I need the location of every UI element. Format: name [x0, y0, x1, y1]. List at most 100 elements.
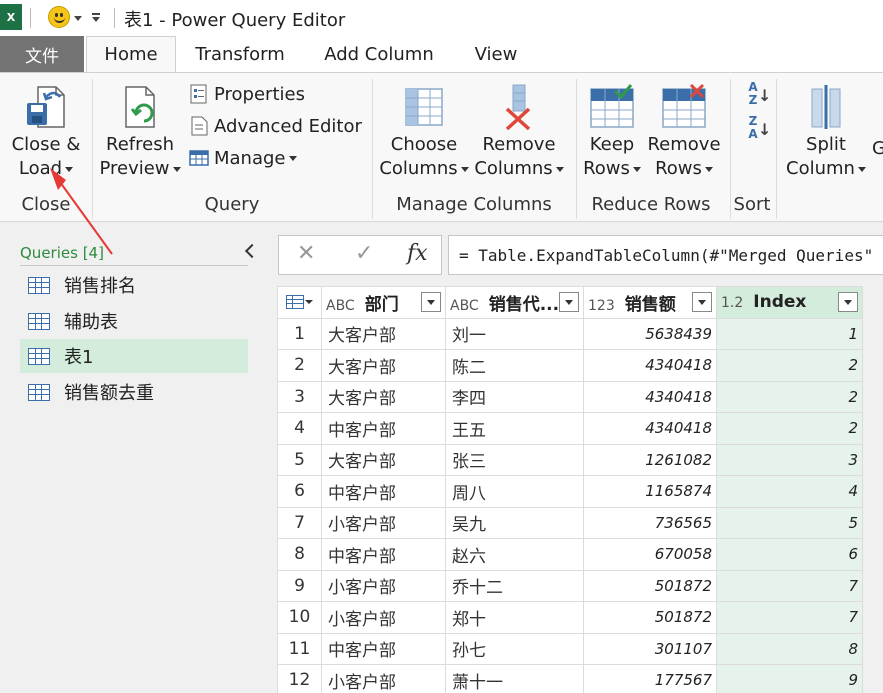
group-by-button-partial[interactable]: G [872, 137, 883, 161]
cell-index[interactable]: 1 [716, 317, 863, 350]
cell-index[interactable]: 3 [716, 443, 863, 476]
cell-department[interactable]: 小客户部 [321, 601, 446, 634]
table-row[interactable]: 9 小客户部 乔十二 501872 7 [277, 569, 863, 602]
column-header-部门[interactable]: ABC 部门 [321, 286, 446, 319]
table-row[interactable]: 5 大客户部 张三 1261082 3 [277, 443, 863, 476]
choose-columns-button[interactable]: Choose Columns [378, 83, 470, 181]
table-row[interactable]: 11 中客户部 孙七 301107 8 [277, 632, 863, 665]
tab-home[interactable]: Home [86, 36, 176, 72]
text-type-icon[interactable]: ABC [450, 298, 479, 314]
whole-number-type-icon[interactable]: 123 [588, 298, 615, 314]
cell-sales-amount[interactable]: 4340418 [583, 380, 717, 413]
manage-button[interactable]: Manage [188, 147, 297, 169]
cell-sales-rep[interactable]: 吴九 [445, 506, 584, 539]
cancel-icon[interactable]: ✕ [297, 241, 315, 266]
cell-sales-amount[interactable]: 1261082 [583, 443, 717, 476]
cell-sales-rep[interactable]: 刘一 [445, 317, 584, 350]
split-column-button[interactable]: Split Column [782, 83, 870, 181]
smiley-icon[interactable] [48, 6, 70, 28]
row-number[interactable]: 9 [277, 569, 322, 602]
filter-dropdown-icon[interactable] [692, 292, 712, 312]
table-row[interactable]: 6 中客户部 周八 1165874 4 [277, 475, 863, 508]
table-row[interactable]: 2 大客户部 陈二 4340418 2 [277, 349, 863, 382]
remove-columns-button[interactable]: Remove Columns [472, 83, 566, 181]
table-row[interactable]: 8 中客户部 赵六 670058 6 [277, 538, 863, 571]
cell-index[interactable]: 6 [716, 538, 863, 571]
filter-dropdown-icon[interactable] [838, 292, 858, 312]
formula-input[interactable]: = Table.ExpandTableColumn(#"Merged Queri… [448, 235, 883, 275]
cell-department[interactable]: 小客户部 [321, 664, 446, 693]
filter-dropdown-icon[interactable] [421, 292, 441, 312]
row-number[interactable]: 7 [277, 506, 322, 539]
cell-department[interactable]: 大客户部 [321, 380, 446, 413]
cell-sales-amount[interactable]: 4340418 [583, 412, 717, 445]
cell-index[interactable]: 7 [716, 569, 863, 602]
cell-sales-amount[interactable]: 1165874 [583, 475, 717, 508]
cell-index[interactable]: 2 [716, 380, 863, 413]
column-header-销售额[interactable]: 123 销售额 [583, 286, 717, 319]
grid-corner-menu[interactable] [277, 286, 322, 319]
tab-add-column[interactable]: Add Column [316, 36, 442, 72]
refresh-preview-button[interactable]: Refresh Preview [96, 83, 184, 181]
cell-sales-amount[interactable]: 301107 [583, 632, 717, 665]
table-row[interactable]: 10 小客户部 郑十 501872 7 [277, 601, 863, 634]
cell-sales-rep[interactable]: 萧十一 [445, 664, 584, 693]
cell-department[interactable]: 大客户部 [321, 349, 446, 382]
advanced-editor-button[interactable]: Advanced Editor [188, 115, 362, 137]
properties-button[interactable]: Properties [188, 83, 305, 105]
cell-sales-amount[interactable]: 177567 [583, 664, 717, 693]
cell-index[interactable]: 7 [716, 601, 863, 634]
cell-sales-rep[interactable]: 赵六 [445, 538, 584, 571]
cell-sales-amount[interactable]: 501872 [583, 569, 717, 602]
cell-department[interactable]: 小客户部 [321, 506, 446, 539]
cell-department[interactable]: 中客户部 [321, 538, 446, 571]
row-number[interactable]: 8 [277, 538, 322, 571]
query-item-销售排名[interactable]: 销售排名 [20, 268, 248, 302]
cell-sales-amount[interactable]: 4340418 [583, 349, 717, 382]
cell-sales-amount[interactable]: 736565 [583, 506, 717, 539]
close-and-load-button[interactable]: Close & Load [8, 83, 84, 181]
cell-index[interactable]: 4 [716, 475, 863, 508]
row-number[interactable]: 12 [277, 664, 322, 693]
row-number[interactable]: 3 [277, 380, 322, 413]
row-number[interactable]: 4 [277, 412, 322, 445]
remove-rows-button[interactable]: Remove Rows [646, 83, 722, 181]
column-header-index[interactable]: 1.2 Index [716, 286, 863, 319]
table-row[interactable]: 7 小客户部 吴九 736565 5 [277, 506, 863, 539]
cell-index[interactable]: 8 [716, 632, 863, 665]
table-row[interactable]: 12 小客户部 萧十一 177567 9 [277, 664, 863, 693]
fx-icon[interactable]: fx [407, 241, 428, 266]
decimal-type-icon[interactable]: 1.2 [721, 295, 743, 311]
table-row[interactable]: 4 中客户部 王五 4340418 2 [277, 412, 863, 445]
cell-index[interactable]: 2 [716, 412, 863, 445]
table-row[interactable]: 3 大客户部 李四 4340418 2 [277, 380, 863, 413]
query-item-表1[interactable]: 表1 [20, 339, 248, 373]
cell-sales-rep[interactable]: 王五 [445, 412, 584, 445]
row-number[interactable]: 1 [277, 317, 322, 350]
excel-icon[interactable]: X [0, 4, 22, 30]
cell-sales-rep[interactable]: 陈二 [445, 349, 584, 382]
tab-view[interactable]: View [466, 36, 526, 72]
cell-index[interactable]: 5 [716, 506, 863, 539]
filter-dropdown-icon[interactable] [559, 292, 579, 312]
column-header-销售代表[interactable]: ABC 销售代... [445, 286, 584, 319]
cell-department[interactable]: 大客户部 [321, 443, 446, 476]
tab-file[interactable]: 文件 [0, 36, 84, 72]
cell-sales-rep[interactable]: 李四 [445, 380, 584, 413]
keep-rows-button[interactable]: Keep Rows [580, 83, 644, 181]
cell-sales-rep[interactable]: 周八 [445, 475, 584, 508]
sort-ascending-button[interactable]: A Z ↓ [736, 81, 771, 107]
query-item-销售额去重[interactable]: 销售额去重 [20, 375, 248, 409]
cell-department[interactable]: 中客户部 [321, 632, 446, 665]
commit-icon[interactable]: ✓ [355, 241, 373, 266]
row-number[interactable]: 5 [277, 443, 322, 476]
cell-index[interactable]: 9 [716, 664, 863, 693]
cell-sales-rep[interactable]: 乔十二 [445, 569, 584, 602]
table-row[interactable]: 1 大客户部 刘一 5638439 1 [277, 317, 863, 350]
tab-transform[interactable]: Transform [186, 36, 294, 72]
row-number[interactable]: 10 [277, 601, 322, 634]
customize-toolbar-icon[interactable] [91, 13, 101, 25]
cell-index[interactable]: 2 [716, 349, 863, 382]
dropdown-caret-icon[interactable] [74, 16, 82, 21]
collapse-pane-icon[interactable] [244, 242, 258, 260]
